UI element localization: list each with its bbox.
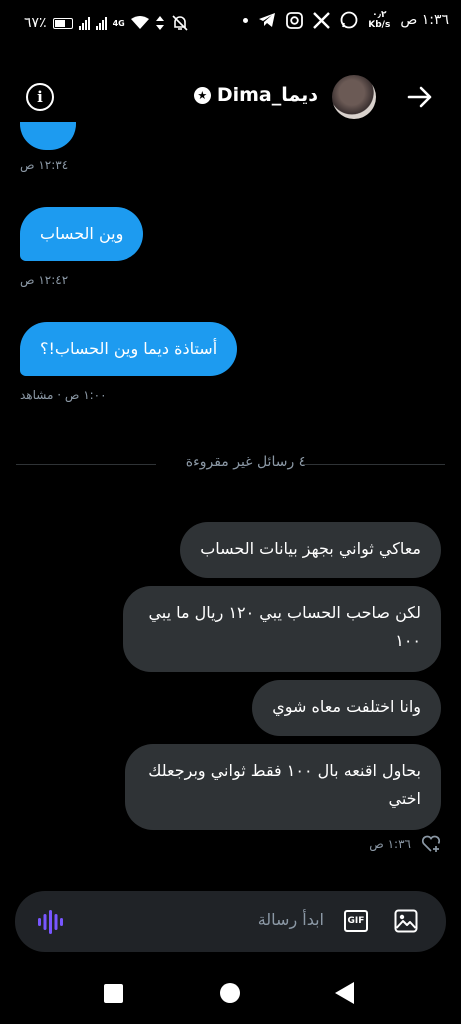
instagram-icon — [286, 11, 304, 29]
message-meta: ١:٣٦ ص — [369, 835, 441, 853]
battery-percent: ٦٧٪ — [24, 15, 47, 31]
wifi-icon — [130, 16, 149, 29]
message-bubble-incoming[interactable]: أستاذة ديما وين الحساب!؟ — [20, 322, 238, 376]
data-arrows-icon — [155, 16, 164, 30]
message-composer[interactable]: ابدأ رسالة GIF — [15, 891, 446, 952]
status-right: ٠٫٢ Kb/s ١:٣٦ ص — [243, 10, 449, 30]
add-reaction-heart-icon[interactable] — [421, 835, 441, 853]
status-left: ٦٧٪ 4G — [24, 14, 189, 32]
telegram-icon — [259, 13, 276, 27]
message-bubble-outgoing[interactable]: معاكي ثواني بجهز بيانات الحساب — [180, 522, 441, 578]
unread-label: ٤ رسائل غير مقروءة — [185, 454, 307, 470]
badge-icon: ★ — [193, 86, 211, 104]
divider-line — [16, 464, 156, 465]
signal-icon-2 — [95, 16, 107, 30]
message-time: ١٢:٤٢ ص — [20, 273, 69, 287]
message-bubble-outgoing[interactable]: بحاول اقنعه بال ١٠٠ فقط ثواني وبرجعلك اخ… — [125, 744, 441, 830]
battery-icon — [52, 17, 73, 29]
whatsapp-icon — [340, 11, 358, 29]
voice-message-icon[interactable] — [37, 909, 63, 935]
avatar[interactable] — [332, 75, 376, 119]
conversation-header: i ★ Dima_ديما — [0, 70, 461, 124]
message-bubble-incoming[interactable]: وين الحساب — [20, 207, 144, 261]
conversation-title[interactable]: ★ Dima_ديما — [193, 84, 318, 106]
image-icon[interactable] — [394, 909, 418, 933]
username: Dima_ديما — [216, 84, 318, 106]
status-bar: ٦٧٪ 4G ٠٫٢ Kb/s ١:٣٦ ص — [0, 0, 461, 52]
message-bubble-outgoing[interactable]: وانا اختلفت معاه شوي — [252, 680, 441, 736]
clock: ١:٣٦ ص — [400, 12, 449, 28]
message-bubble-partial[interactable] — [20, 122, 76, 150]
speed-unit: Kb/s — [368, 20, 391, 30]
gif-icon[interactable]: GIF — [344, 910, 368, 932]
network-label: 4G — [112, 18, 125, 28]
signal-icon — [78, 16, 90, 30]
recent-apps-icon[interactable] — [104, 984, 123, 1003]
info-button[interactable]: i — [26, 83, 54, 111]
speed-value: ٠٫٢ — [372, 10, 387, 20]
message-time: ١:٣٦ ص — [369, 837, 411, 851]
message-input-placeholder[interactable]: ابدأ رسالة — [258, 910, 324, 929]
back-arrow-icon[interactable] — [405, 82, 435, 112]
nav-back-icon[interactable] — [335, 982, 354, 1004]
unread-divider: ٤ رسائل غير مقروءة — [16, 454, 445, 470]
divider-line — [304, 464, 445, 465]
system-nav-bar — [0, 970, 461, 1024]
message-bubble-outgoing[interactable]: لكن صاحب الحساب يبي ١٢٠ ريال ما يبي ١٠٠ — [123, 586, 441, 672]
mute-bell-icon — [172, 15, 188, 31]
message-seen-status: ١:٠٠ ص · مشاهد — [20, 388, 107, 402]
message-time: ١٢:٣٤ ص — [20, 158, 69, 172]
notification-dot — [243, 17, 249, 23]
x-logo-icon — [313, 11, 331, 29]
home-icon[interactable] — [220, 983, 240, 1003]
info-icon: i — [37, 88, 43, 106]
network-speed: ٠٫٢ Kb/s — [368, 10, 390, 30]
